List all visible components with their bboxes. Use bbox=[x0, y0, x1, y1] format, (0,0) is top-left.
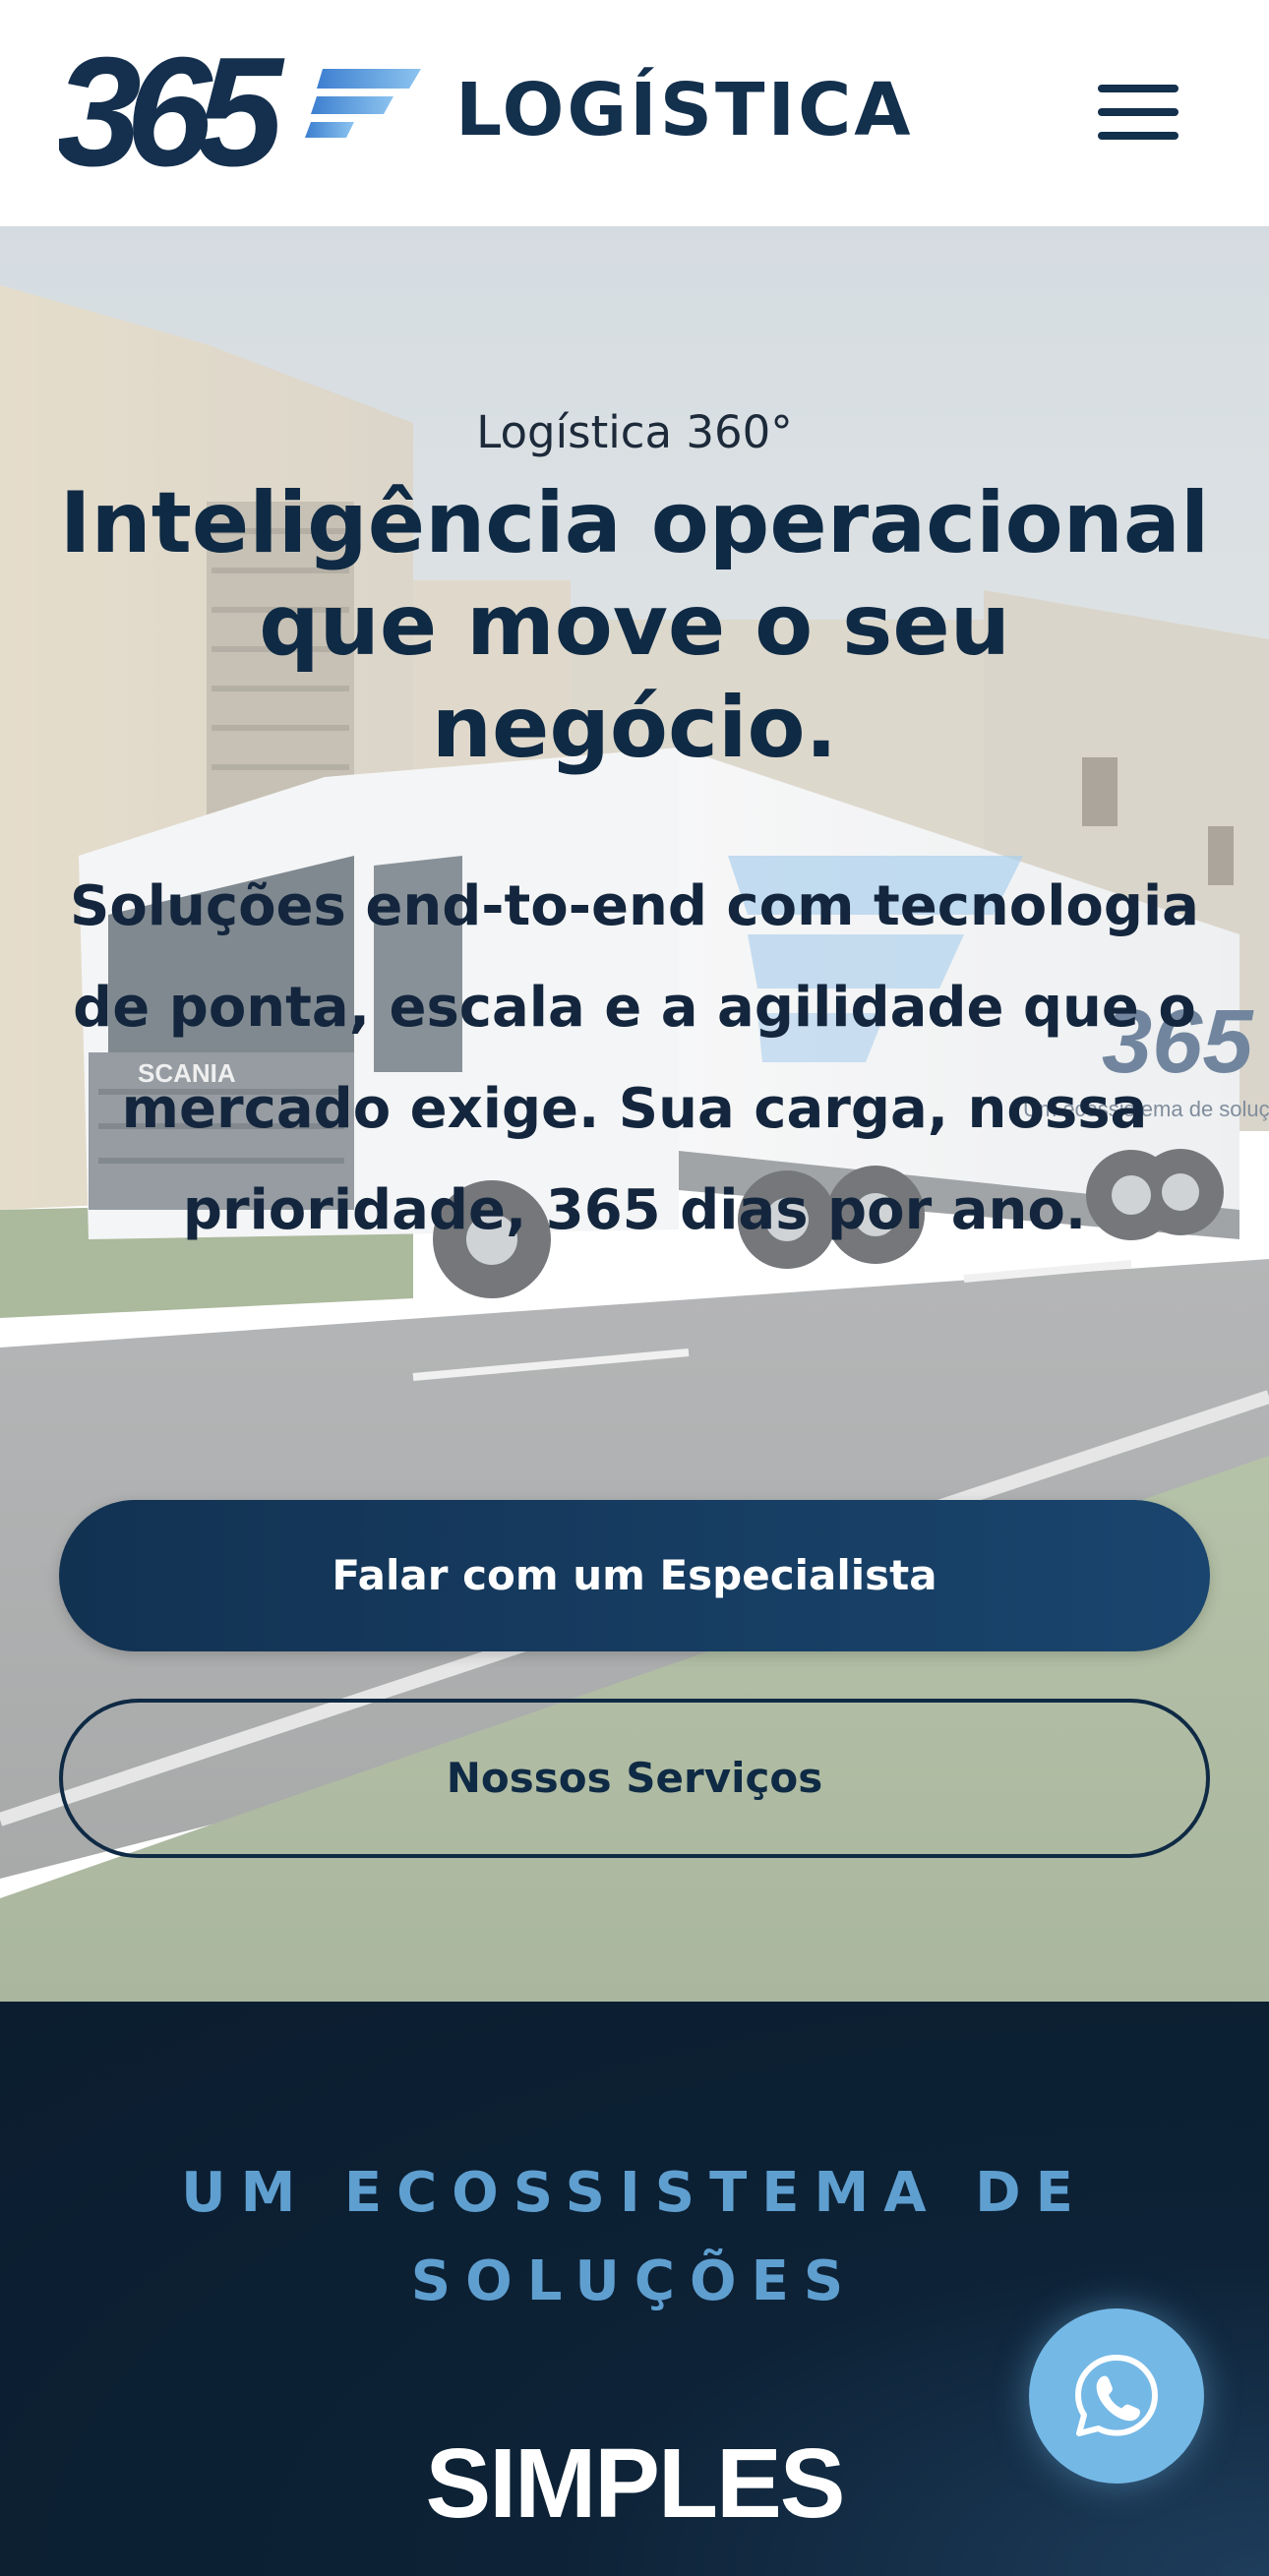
ecosystem-kicker: UM ECOSSISTEMA DE SOLUÇÕES bbox=[181, 2161, 1088, 2313]
whatsapp-button[interactable] bbox=[1029, 2308, 1204, 2484]
hero-subtitle: Soluções end-to-end com tecnologia de po… bbox=[70, 874, 1199, 1242]
talk-to-specialist-button[interactable]: Falar com um Especialista bbox=[59, 1500, 1210, 1651]
ecosystem-section: UM ECOSSISTEMA DE SOLUÇÕES SIMPLES bbox=[0, 2002, 1269, 2576]
brand-name: LOGÍSTICA bbox=[455, 68, 914, 152]
site-header: 365 LOGÍSTICA bbox=[0, 0, 1269, 226]
hero-content: Logística 360° Inteligência operacional … bbox=[0, 226, 1269, 2002]
hamburger-menu-icon[interactable] bbox=[1092, 77, 1184, 148]
our-services-button[interactable]: Nossos Serviços bbox=[59, 1699, 1210, 1858]
hero-section: 365 Um ecossistema de soluções logística… bbox=[0, 226, 1269, 2002]
logo-365[interactable]: 365 bbox=[59, 47, 423, 177]
hero-eyebrow: Logística 360° bbox=[476, 406, 793, 458]
whatsapp-icon bbox=[1075, 2355, 1158, 2436]
svg-text:365: 365 bbox=[59, 47, 285, 177]
hero-title: Inteligência operacional que move o seu … bbox=[59, 474, 1210, 777]
